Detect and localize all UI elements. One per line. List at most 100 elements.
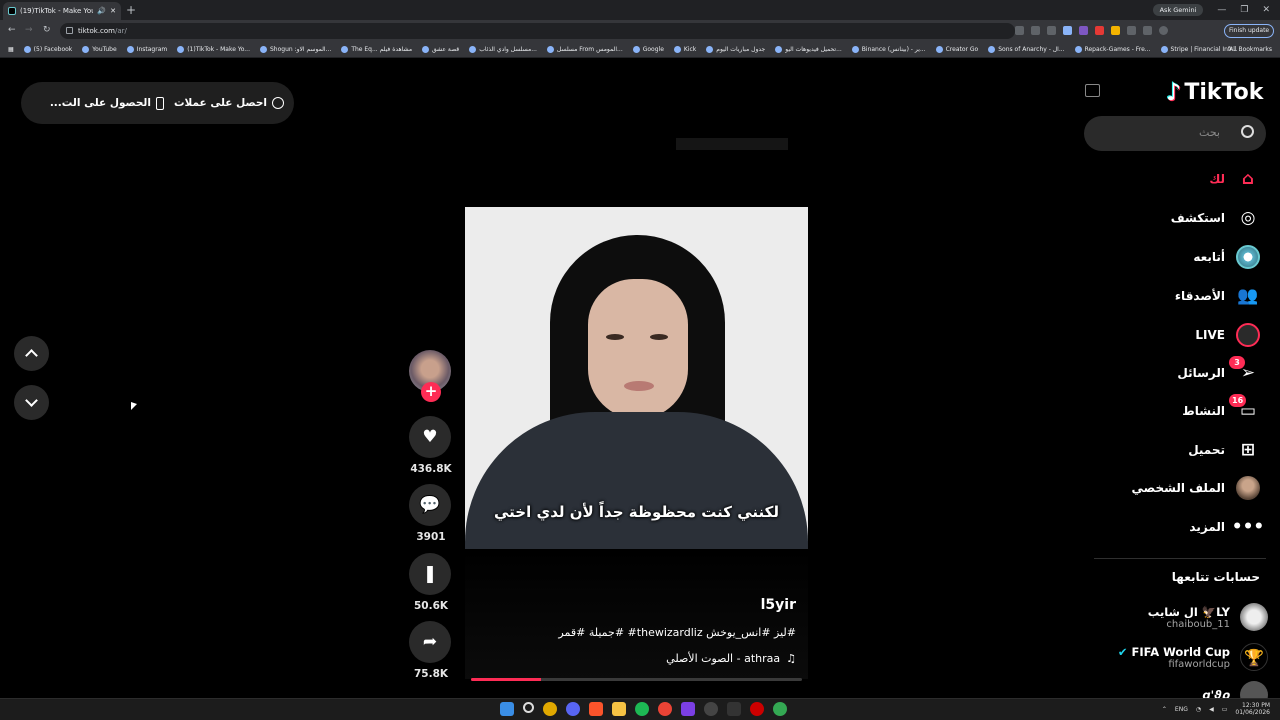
sidebar-item-upload[interactable]: تحميل ⊞ [1188,437,1260,463]
extension-icon[interactable] [1111,26,1120,35]
sidebar-item-activity[interactable]: النشاط ▭ 16 [1182,394,1260,424]
bookmark-item[interactable]: مسلسل وادي الذئاب... [469,46,537,53]
reload-icon[interactable]: ↻ [43,25,51,35]
bookmark-item[interactable]: Creator Go [935,46,978,53]
video-music[interactable]: ♫ athraa - الصوت الأصلي [666,652,796,665]
activity-badge: 16 [1229,394,1247,407]
bookmark-star-icon[interactable] [1063,26,1072,35]
bookmark-item[interactable]: Stripe | Financial Infr... [1160,46,1238,53]
all-bookmarks-button[interactable]: All Bookmarks [1229,46,1272,53]
bookmark-item[interactable]: Google [632,46,664,53]
profile-icon[interactable] [1159,26,1168,35]
tiktok-logo[interactable]: ♪ TikTok [1166,78,1263,106]
video-player[interactable]: لكنني كنت محظوظة جداً لأن لدي اختي [465,207,808,549]
bookmark-item[interactable]: (5) Facebook [23,46,72,53]
browser-tab-tiktok[interactable]: (19)TikTok - Make Your Day 🔊 ✕ [3,2,121,20]
ask-gemini-button[interactable]: Ask Gemini [1152,4,1204,16]
close-window-icon[interactable]: ✕ [1262,5,1270,15]
get-app-button[interactable]: الحصول على الت... [50,96,164,110]
clock[interactable]: 12:30 PM 01/06/2026 [1235,702,1270,716]
previous-video-button[interactable] [14,336,49,371]
spotify-icon[interactable] [635,702,649,716]
wifi-icon[interactable]: ◔ [1196,706,1201,713]
zoom-icon[interactable] [1047,26,1056,35]
bookmark-item[interactable]: جدول مباريات اليوم [706,46,765,53]
follow-button[interactable]: + [421,382,441,402]
search-input[interactable]: بحث [1084,116,1266,151]
bookmark-item[interactable]: مسلسل From المومس... [546,46,623,53]
app-icon[interactable] [750,702,764,716]
bookmark-item[interactable]: YouTube [82,46,117,53]
discord-icon[interactable] [566,702,580,716]
app-icon[interactable] [658,702,672,716]
bookmark-label: Instagram [136,46,168,53]
save-count: 50.6K [413,600,449,612]
new-tab-button[interactable]: + [126,3,136,17]
sidebar-item-live[interactable]: LIVE [1195,322,1260,348]
sidebar-item-explore[interactable]: استكشف ◎ [1171,205,1260,231]
video-caption[interactable]: #ليز #انس_يوخش thewizardliz# #جميلة #قمر [558,626,796,639]
folder-icon[interactable] [612,702,626,716]
bookmark-item[interactable]: Binance (بينانس) - ير... [851,46,926,53]
site-info-icon[interactable] [66,27,73,34]
steam-icon[interactable] [704,702,718,716]
bookmark-item[interactable]: The Eq... مشاهدة فيلم [341,46,412,53]
next-video-button[interactable] [14,385,49,420]
apps-grid-icon[interactable]: ▦ [8,46,14,53]
search-icon[interactable] [523,702,534,713]
sidebar-item-messages[interactable]: الرسائل ➢ 3 [1177,356,1260,386]
following-account[interactable]: ✔ FIFA World Cup fifaworldcup 🏆 [1118,640,1268,674]
bookmark-item[interactable]: تحميل فيديوهات اليو... [775,46,842,53]
get-coins-button[interactable]: احصل على عملات [174,97,284,109]
bookmark-item[interactable]: Shogun :الموسم الاو... [259,46,331,53]
keyboard-language[interactable]: ENG [1175,706,1188,713]
extension-icon[interactable] [1127,26,1136,35]
bookmark-item[interactable]: Instagram [126,46,168,53]
tray-chevron-icon[interactable]: ⌃ [1162,706,1167,713]
video-author[interactable]: l5yir [761,597,796,613]
video-progress-bar[interactable] [471,678,802,681]
bookmark-item[interactable]: Sons of Anarchy - ال... [988,46,1065,53]
comment-button[interactable]: 💬 [409,484,451,526]
chrome-icon[interactable] [773,702,787,716]
xbox-icon[interactable] [727,702,741,716]
following-account[interactable]: ال شايب 🦅LY chaiboub_11 [1148,600,1268,634]
save-button[interactable]: ❚ [409,553,451,595]
sidebar-item-profile[interactable]: الملف الشخصي [1132,475,1260,501]
chrome-icon[interactable] [543,702,557,716]
search-icon[interactable] [1241,125,1254,138]
chevron-down-icon [25,394,38,407]
account-name: ✔ FIFA World Cup [1117,644,1230,659]
finish-update-button[interactable]: Finish update [1224,24,1275,38]
bookmark-item[interactable]: Repack-Games - Fre... [1074,46,1151,53]
translate-icon[interactable] [1015,26,1024,35]
tab-close-icon[interactable]: ✕ [110,7,116,15]
like-button[interactable]: ♥ [409,416,451,458]
extension-icon[interactable] [1095,26,1104,35]
sidebar-item-friends[interactable]: الأصدقاء 👥 [1175,283,1260,309]
app-icon[interactable] [681,702,695,716]
extension-icon[interactable] [1079,26,1088,35]
battery-icon[interactable]: ▭ [1222,706,1228,713]
volume-icon[interactable]: ◀ [1209,706,1214,713]
bookmark-favicon-icon [1160,46,1168,53]
sidebar-item-following[interactable]: أتابعه [1193,244,1260,270]
maximize-icon[interactable]: ❐ [1240,5,1248,15]
bookmark-item[interactable]: Kick [673,46,696,53]
video-frame-mouth [624,381,654,391]
sidebar-item-for-you[interactable]: لك ⌂ [1209,166,1260,192]
forward-icon[interactable]: → [25,25,33,35]
brave-icon[interactable] [589,702,603,716]
address-bar[interactable]: tiktok.com/ar/ [60,23,1015,39]
collapse-sidebar-icon[interactable] [1085,84,1100,97]
puzzle-icon[interactable] [1143,26,1152,35]
share-button[interactable]: ➦ [409,621,451,663]
sidebar-item-more[interactable]: المزيد ••• [1189,514,1264,540]
windows-start-icon[interactable] [500,702,514,716]
bookmark-item[interactable]: قصة عشق [422,46,459,53]
back-icon[interactable]: ← [8,25,16,35]
speaker-icon[interactable]: 🔊 [97,7,106,15]
bookmark-item[interactable]: (1)TikTok - Make Yo... [177,46,250,53]
cast-icon[interactable] [1031,26,1040,35]
minimize-icon[interactable]: — [1217,5,1226,15]
